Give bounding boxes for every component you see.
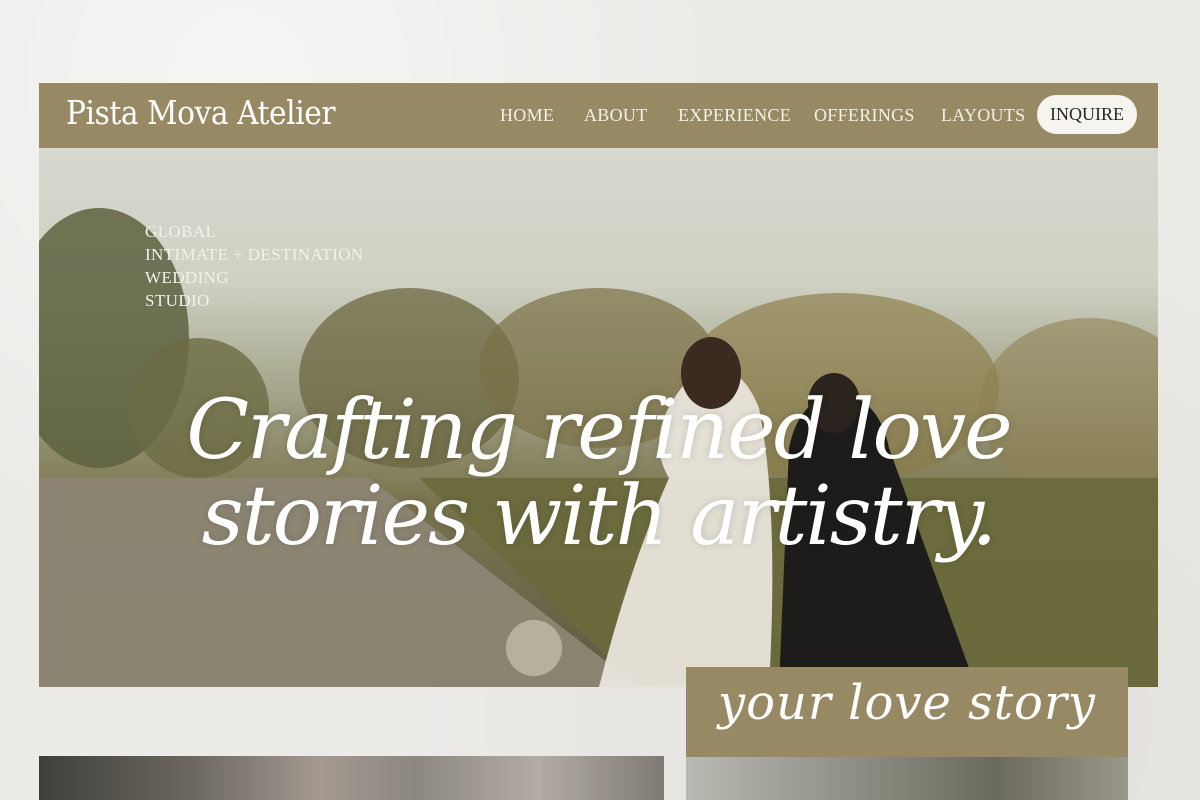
inquire-button[interactable]: INQUIRE	[1037, 95, 1137, 134]
love-story-card: your love story	[686, 667, 1128, 800]
brand-logo[interactable]: Pista Mova Atelier	[66, 93, 336, 132]
story-photo	[686, 757, 1128, 800]
nav-link-about[interactable]: ABOUT	[584, 105, 648, 126]
nav-link-home[interactable]: HOME	[500, 105, 554, 126]
tagline-line: INTIMATE + DESTINATION	[145, 245, 364, 264]
nav-link-experience[interactable]: EXPERIENCE	[678, 105, 791, 126]
love-story-script: your love story	[717, 675, 1097, 731]
hero-section: GLOBAL INTIMATE + DESTINATION WEDDING ST…	[39, 148, 1158, 687]
top-navbar: Pista Mova Atelier HOME ABOUT EXPERIENCE…	[39, 83, 1158, 148]
headline-line: Crafting refined love	[186, 383, 1012, 478]
website-preview: Pista Mova Atelier HOME ABOUT EXPERIENCE…	[39, 83, 1158, 687]
gallery-photo	[39, 756, 664, 800]
tagline-line: WEDDING	[145, 268, 229, 287]
headline-line: stories with artistry.	[201, 469, 998, 564]
nav-link-offerings[interactable]: OFFERINGS	[814, 105, 915, 126]
hero-tagline: GLOBAL INTIMATE + DESTINATION WEDDING ST…	[145, 220, 364, 312]
nav-link-layouts[interactable]: LAYOUTS	[941, 105, 1025, 126]
tagline-line: GLOBAL	[145, 222, 217, 241]
tagline-line: STUDIO	[145, 291, 210, 310]
hero-headline: Crafting refined love stories with artis…	[39, 388, 1158, 560]
